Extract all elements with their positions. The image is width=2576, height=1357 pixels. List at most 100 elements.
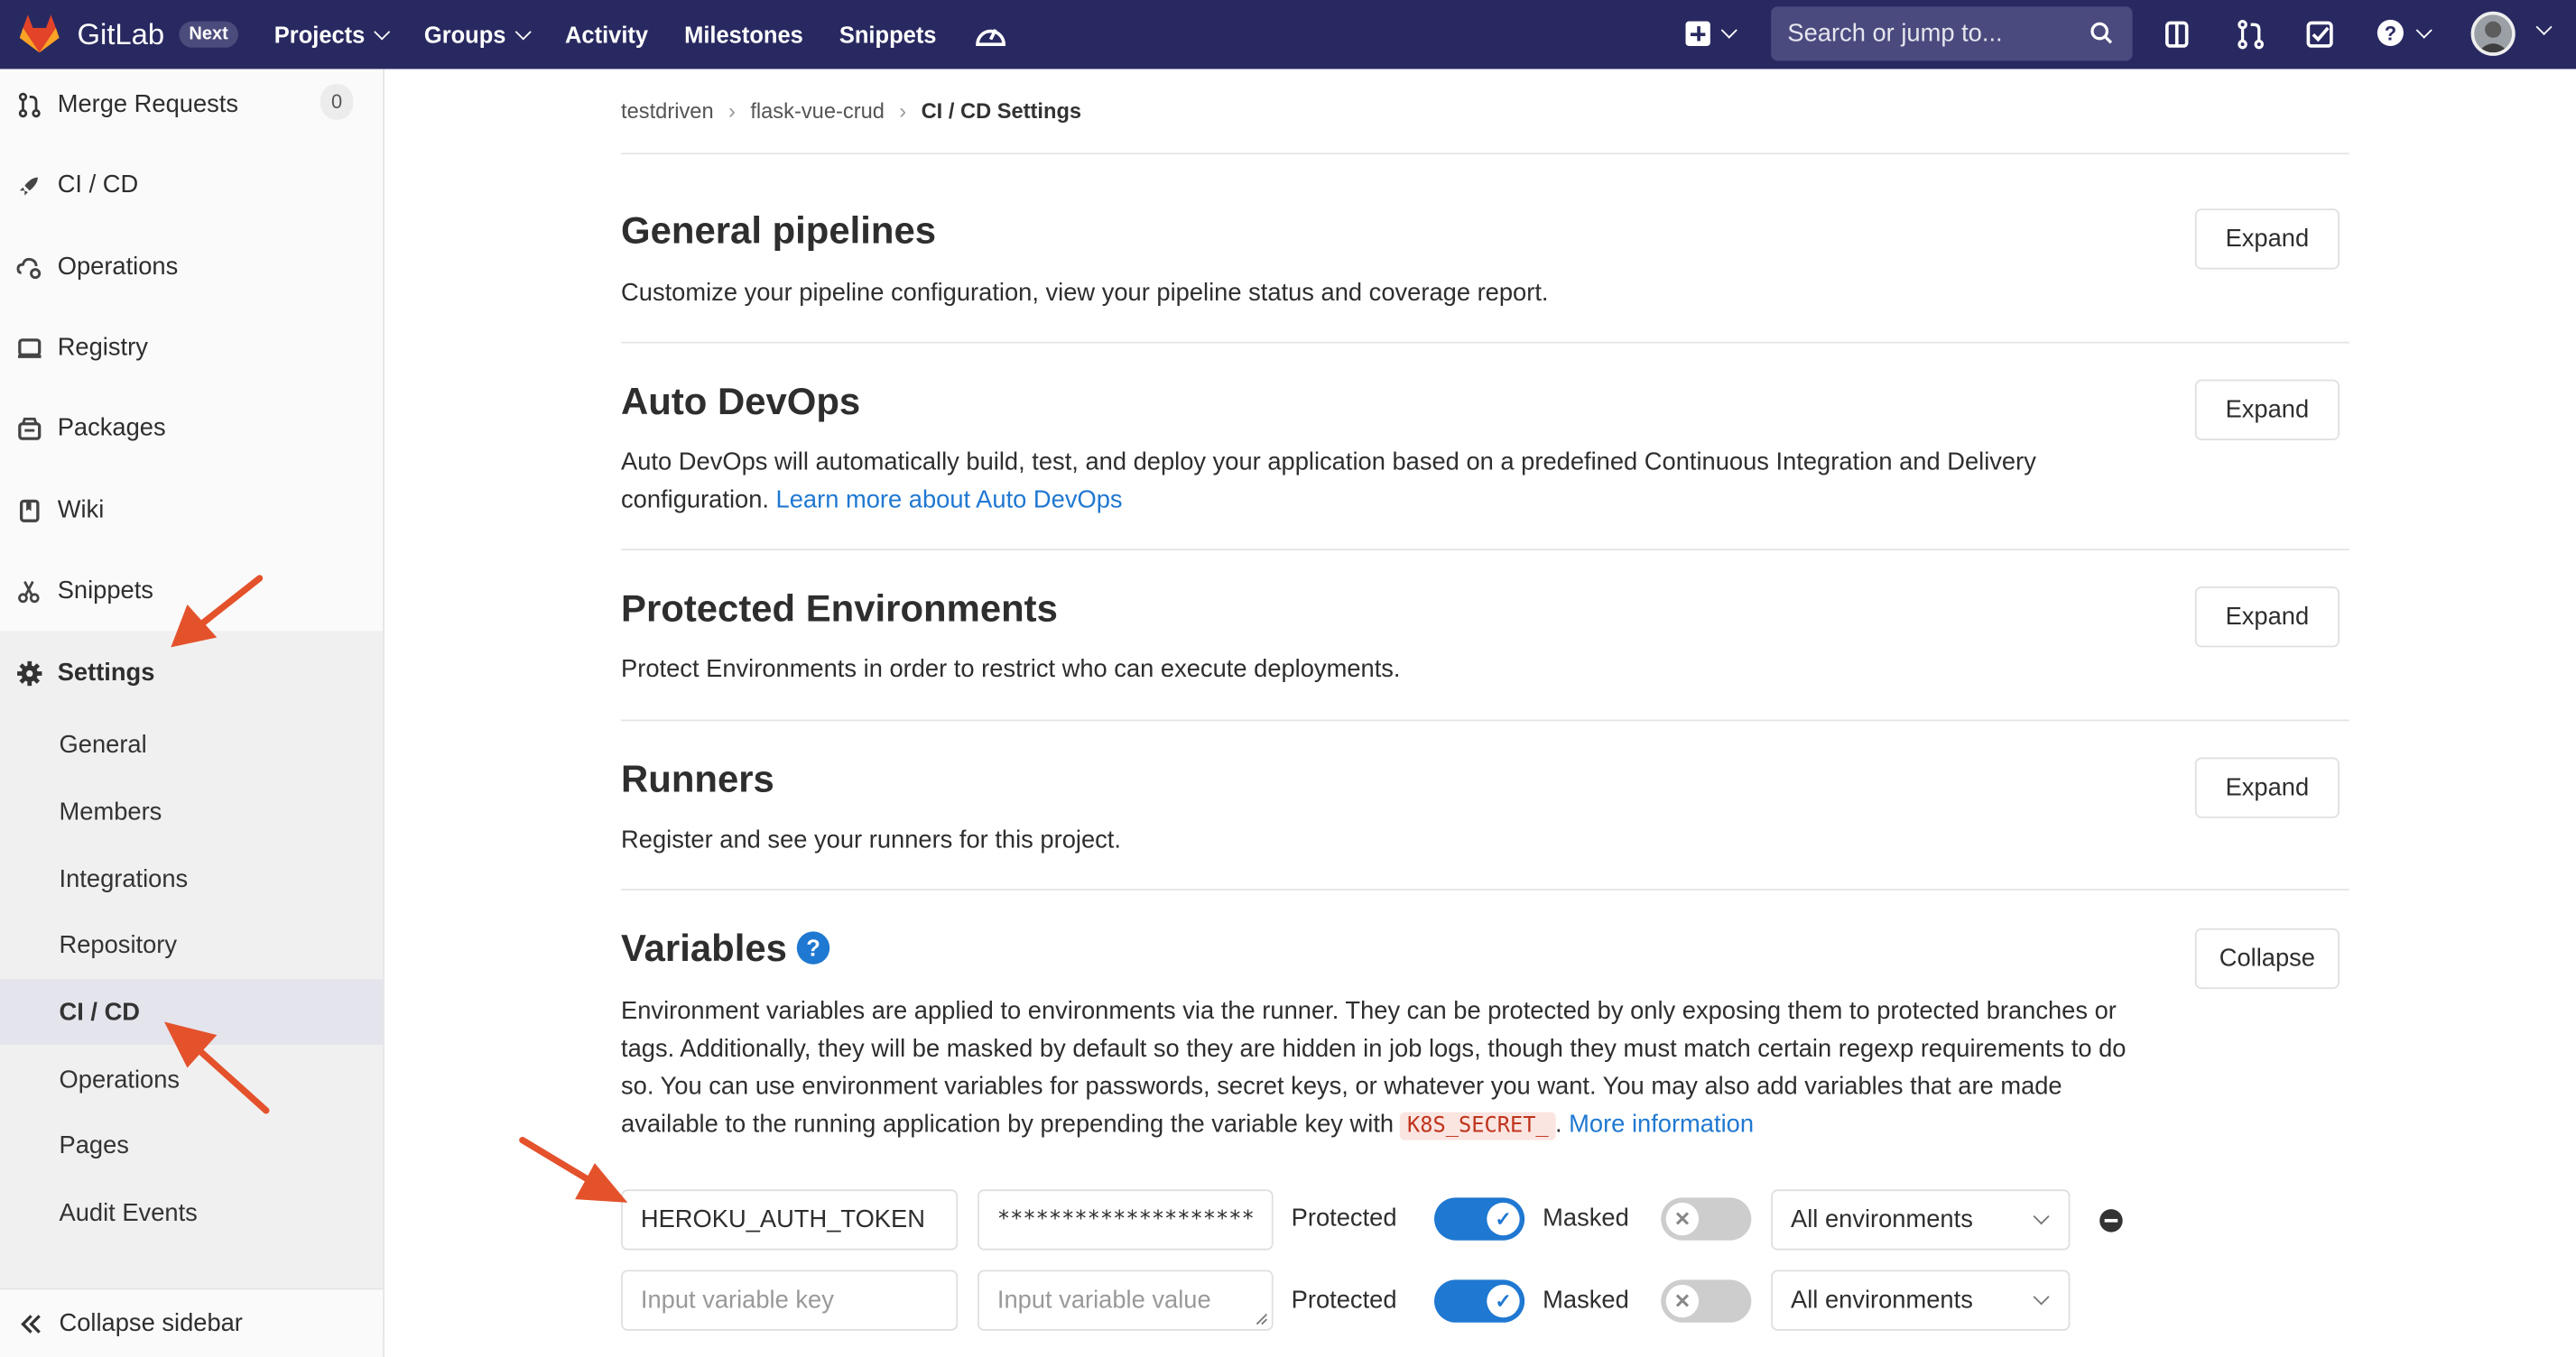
nav-milestones[interactable]: Milestones (684, 22, 803, 48)
nav-snippets[interactable]: Snippets (839, 22, 937, 48)
settings-sub-repository[interactable]: Repository (60, 931, 178, 959)
check-icon: ✓ (1487, 1284, 1520, 1318)
section-title-runners: Runners (621, 757, 774, 800)
environment-select-value: All environments (1791, 1286, 1973, 1315)
remove-variable-icon[interactable] (2099, 1209, 2123, 1232)
collapse-sidebar-label: Collapse sidebar (59, 1309, 243, 1338)
x-icon: ✕ (1665, 1284, 1700, 1318)
expand-protected-environments-button[interactable]: Expand (2194, 586, 2340, 648)
todo-check-icon[interactable] (2303, 18, 2336, 51)
settings-sub-pages[interactable]: Pages (60, 1132, 129, 1160)
sidebar-toggle-icon[interactable] (2162, 18, 2194, 51)
masked-toggle[interactable]: ✕ (1661, 1197, 1752, 1241)
settings-sub-ci-cd[interactable]: CI / CD (60, 999, 141, 1027)
double-chevron-left-icon (21, 1314, 41, 1333)
section-title-auto-devops: Auto DevOps (621, 379, 861, 422)
settings-sub-members[interactable]: Members (60, 799, 162, 826)
section-desc-variables: Environment variables are applied to env… (621, 997, 2127, 1140)
breadcrumb-current[interactable]: CI / CD Settings (922, 98, 1081, 123)
learn-more-auto-devops-link[interactable]: Learn more about Auto DevOps (776, 486, 1123, 514)
variables-desc-text: Environment variables are applied to env… (621, 997, 2127, 1139)
environment-select[interactable]: All environments (1771, 1189, 2071, 1251)
package-icon (18, 416, 42, 439)
search-input[interactable]: Search or jump to... (1771, 6, 2133, 61)
section-desc-protected-environments: Protect Environments in order to restric… (621, 655, 1401, 684)
k8s-secret-code: K8S_SECRET_ (1400, 1112, 1555, 1140)
breadcrumb-separator-icon: › (899, 98, 907, 124)
breadcrumb-separator-icon: › (728, 98, 736, 124)
chevron-down-icon (2033, 1288, 2050, 1306)
avatar[interactable] (2470, 11, 2516, 56)
sidebar-item-label: Wiki (57, 495, 105, 524)
more-information-link[interactable]: More information (1569, 1111, 1754, 1139)
merge-request-icon (18, 91, 41, 117)
sidebar-item-merge-requests[interactable]: Merge Requests 0 (0, 64, 383, 144)
settings-sub-general[interactable]: General (60, 731, 147, 759)
section-desc-auto-devops: Auto DevOps will automatically build, te… (621, 444, 2165, 520)
environment-select-value: All environments (1791, 1205, 1973, 1234)
divider (621, 341, 2349, 344)
gear-icon (17, 660, 42, 686)
sidebar-item-registry[interactable]: Registry (0, 307, 383, 387)
next-badge[interactable]: Next (179, 21, 238, 48)
performance-gauge-icon[interactable] (973, 18, 1009, 51)
brand-name: GitLab (77, 17, 165, 51)
settings-sub-integrations[interactable]: Integrations (60, 866, 189, 894)
collapse-variables-button[interactable]: Collapse (2194, 928, 2340, 990)
divider (621, 549, 2349, 550)
question-icon[interactable]: ? (796, 931, 830, 965)
environment-select[interactable]: All environments (1771, 1269, 2071, 1331)
sidebar-item-packages[interactable]: Packages (0, 388, 383, 468)
chevron-down-icon (374, 23, 391, 40)
masked-toggle[interactable]: ✕ (1661, 1279, 1752, 1323)
variable-key-input[interactable]: Input variable key (621, 1269, 959, 1331)
variable-key-input[interactable]: HEROKU_AUTH_TOKEN (621, 1189, 959, 1251)
sidebar-item-wiki[interactable]: Wiki (0, 470, 383, 550)
top-navbar: GitLab Next Projects Groups Activity Mil… (0, 0, 2576, 69)
settings-sub-audit-events[interactable]: Audit Events (60, 1199, 198, 1227)
new-dropdown[interactable] (1685, 21, 1737, 46)
search-icon (2090, 22, 2113, 44)
protected-label: Protected (1291, 1204, 1397, 1232)
breadcrumb-group[interactable]: testdriven (621, 98, 714, 123)
section-title-general-pipelines: General pipelines (621, 208, 937, 252)
check-icon: ✓ (1487, 1202, 1520, 1236)
variables-title-text: Variables (621, 926, 787, 970)
book-icon (20, 498, 40, 522)
divider (621, 719, 2349, 722)
question-icon: ? (2377, 19, 2404, 46)
breadcrumb-project[interactable]: flask-vue-crud (750, 98, 885, 123)
chevron-down-icon (514, 23, 532, 40)
sidebar-item-operations[interactable]: Operations (0, 226, 383, 307)
resize-handle-icon[interactable] (1256, 1313, 1269, 1326)
sidebar-item-label: Packages (57, 413, 166, 442)
protected-toggle[interactable]: ✓ (1434, 1197, 1525, 1241)
help-dropdown[interactable]: ? (2376, 18, 2432, 48)
user-avatar-image (2474, 14, 2513, 53)
nav-activity[interactable]: Activity (565, 22, 648, 48)
brand[interactable]: GitLab Next (18, 14, 238, 54)
section-title-variables: Variables? (621, 926, 830, 971)
sidebar-item-ci-cd[interactable]: CI / CD (0, 144, 383, 225)
variable-value-input[interactable]: ******************** (978, 1189, 1274, 1251)
nav-groups[interactable]: Groups (424, 22, 532, 48)
nav-projects[interactable]: Projects (274, 22, 391, 48)
gitlab-logo-icon (19, 14, 60, 53)
chevron-down-icon[interactable] (2535, 19, 2553, 36)
expand-general-pipelines-button[interactable]: Expand (2194, 208, 2340, 270)
protected-toggle[interactable]: ✓ (1434, 1279, 1525, 1323)
plus-icon (1685, 21, 1710, 46)
masked-label: Masked (1543, 1204, 1629, 1232)
variable-value-input[interactable]: Input variable value (978, 1269, 1274, 1331)
variable-value-placeholder: Input variable value (996, 1286, 1211, 1315)
expand-runners-button[interactable]: Expand (2194, 757, 2340, 818)
expand-auto-devops-button[interactable]: Expand (2194, 379, 2340, 440)
section-desc-runners: Register and see your runners for this p… (621, 826, 1121, 854)
sidebar-item-label: Operations (57, 253, 179, 282)
collapse-sidebar-button[interactable]: Collapse sidebar (0, 1288, 384, 1357)
chevron-down-icon (2033, 1208, 2050, 1225)
merge-request-icon[interactable] (2234, 18, 2266, 51)
section-desc-general-pipelines: Customize your pipeline configuration, v… (621, 279, 1549, 308)
search-placeholder: Search or jump to... (1787, 19, 2003, 48)
rocket-icon (19, 176, 38, 195)
